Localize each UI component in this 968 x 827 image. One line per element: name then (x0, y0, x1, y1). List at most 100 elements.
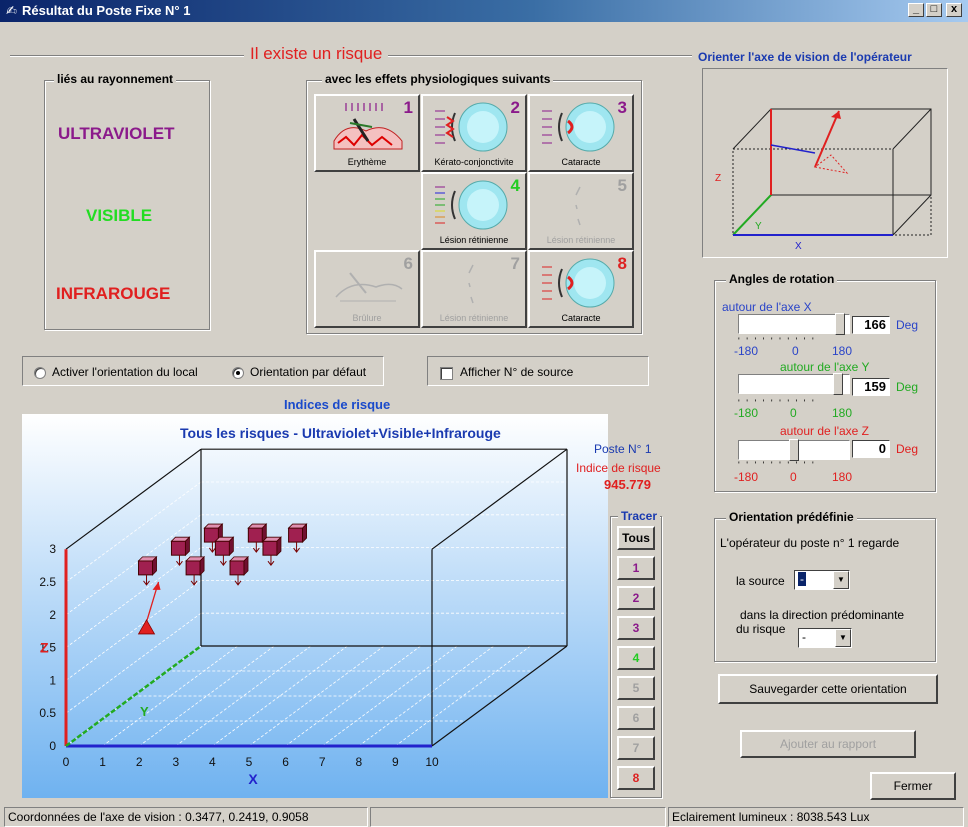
angle-y-track (738, 373, 850, 395)
angle-z-track (738, 439, 850, 461)
risk-chart: 0 1 2 3 4 5 6 7 8 9 1000.511.522.53XZY (22, 414, 608, 798)
direction-select[interactable]: - ▼ (798, 628, 852, 648)
effect-number: 1 (403, 98, 413, 117)
erythema-icon (333, 103, 403, 150)
effect-button-7[interactable]: 7 Lésion rétinienne (421, 250, 527, 328)
window-title: Résultat du Poste Fixe N° 1 (22, 3, 191, 18)
z-tick-label: 1 (49, 673, 56, 687)
add-report-button[interactable]: Ajouter au rapport (740, 730, 916, 758)
effects-group-label: avec les effets physiologiques suivants (322, 72, 554, 86)
source-select[interactable]: - ▼ (794, 570, 850, 590)
z-tick-label: 2.5 (39, 575, 56, 589)
effect-button-8[interactable]: 8 Cataracte (528, 250, 634, 328)
x-tick-label: 7 (319, 755, 326, 769)
z-axis-label: Z (40, 640, 49, 656)
uv-label: ULTRAVIOLET (58, 124, 175, 143)
angle-y-max: 180 (832, 406, 853, 420)
minimize-button[interactable]: _ (908, 3, 924, 17)
x-tick-label: 10 (425, 755, 439, 769)
angle-x-min: -180 (734, 344, 759, 358)
status-left: Coordonnées de l'axe de vision : 0.3477,… (4, 807, 368, 827)
radiation-group-label: liés au rayonnement (54, 72, 177, 86)
x-axis-label: X (248, 771, 258, 787)
effect-label: Brûlure (352, 313, 382, 323)
effect-number: 6 (403, 254, 413, 273)
angle-x-value[interactable]: 166 (852, 316, 890, 334)
effect-label: Cataracte (561, 313, 601, 323)
poste-label: Poste N° 1 (594, 442, 652, 456)
angle-x-track (738, 313, 850, 335)
x-tick-label: 6 (282, 755, 289, 769)
angle-z-max: 180 (832, 470, 853, 484)
angle-y-slider[interactable] (833, 373, 843, 395)
chart-title: Tous les risques - Ultraviolet+Visible+I… (180, 425, 501, 441)
effect-label: Kérato-conjonctivite (434, 157, 514, 167)
tracer-button-1[interactable]: 1 (617, 556, 655, 580)
angle-z-value[interactable]: 0 (852, 440, 890, 458)
angle-y-label: autour de l'axe Y (780, 360, 870, 374)
tracer-button-5[interactable]: 5 (617, 676, 655, 700)
tracer-button-all[interactable]: Tous (617, 526, 655, 550)
angle-x-max: 180 (832, 344, 853, 358)
angle-x-mid: 0 (792, 344, 799, 358)
close-button[interactable]: Fermer (870, 772, 956, 800)
effect-number: 4 (510, 176, 520, 195)
risk-header: Il existe un risque (244, 44, 389, 64)
save-orientation-button[interactable]: Sauvegarder cette orientation (718, 674, 938, 704)
chevron-down-icon[interactable]: ▼ (835, 629, 851, 647)
eye-icon (435, 180, 508, 230)
default-orientation-radio[interactable] (232, 367, 244, 379)
z-tick-label: 2 (49, 608, 56, 622)
angle-z-slider[interactable] (789, 439, 799, 461)
effect-label: Erythème (347, 157, 387, 167)
effect-button-2[interactable]: 2 Kérato-conjonctivite (421, 94, 527, 172)
effect-button-5[interactable]: 5 Lésion rétinienne (528, 172, 634, 250)
predef-line1: L'opérateur du poste n° 1 regarde (720, 536, 900, 550)
tracer-button-4[interactable]: 4 (617, 646, 655, 670)
tracer-button-2[interactable]: 2 (617, 586, 655, 610)
source-label: la source (736, 574, 785, 588)
effect-label: Lésion rétinienne (439, 313, 509, 323)
effect-button-4[interactable]: 4 Lésion rétinienne (421, 172, 527, 250)
x-tick-label: 1 (99, 755, 106, 769)
angle-z-min: -180 (734, 470, 759, 484)
x-tick-label: 9 (392, 755, 399, 769)
angle-x-unit: Deg (896, 318, 919, 332)
source-select-value: - (798, 572, 806, 586)
maximize-button[interactable]: □ (926, 3, 942, 17)
angle-y-min: -180 (734, 406, 759, 420)
effect-number: 7 (510, 254, 520, 273)
tracer-button-8[interactable]: 8 (617, 766, 655, 790)
indice-value: 945.779 (604, 477, 651, 492)
effect-label: Lésion rétinienne (546, 235, 616, 245)
default-orientation-label: Orientation par défaut (250, 365, 367, 379)
effect-button-3[interactable]: 3 Cataracte (528, 94, 634, 172)
show-source-checkbox[interactable] (440, 367, 453, 380)
tracer-button-3[interactable]: 3 (617, 616, 655, 640)
local-orientation-radio[interactable] (34, 367, 46, 379)
angle-z-unit: Deg (896, 442, 919, 456)
app-icon: ✍ (6, 3, 17, 18)
indice-label: Indice de risque (576, 461, 661, 475)
tracer-button-7[interactable]: 7 (617, 736, 655, 760)
angle-y-value[interactable]: 159 (852, 378, 890, 396)
chevron-down-icon[interactable]: ▼ (833, 571, 849, 589)
orient-title: Orienter l'axe de vision de l'opérateur (698, 50, 912, 64)
predef-group-label: Orientation prédéfinie (726, 510, 857, 524)
angle-y-unit: Deg (896, 380, 919, 394)
status-right: Eclairement lumineux : 8038.543 Lux (668, 807, 964, 827)
effect-button-1[interactable]: 1 Erythème (314, 94, 420, 172)
angle-x-slider[interactable] (835, 313, 845, 335)
close-window-button[interactable]: x (946, 3, 962, 17)
effect-number: 8 (617, 254, 627, 273)
z-tick-label: 0 (49, 739, 56, 753)
local-orientation-label: Activer l'orientation du local (52, 365, 198, 379)
tracer-button-6[interactable]: 6 (617, 706, 655, 730)
orientation-preview: X Y Z (702, 68, 948, 258)
direction-label-2: du risque (736, 622, 786, 636)
burn-icon (335, 272, 403, 302)
z-tick-label: 0.5 (39, 706, 56, 720)
effect-button-6[interactable]: 6 Brûlure (314, 250, 420, 328)
axis-y-label: Y (755, 221, 762, 232)
orientation-cube: X Y Z (715, 108, 932, 252)
